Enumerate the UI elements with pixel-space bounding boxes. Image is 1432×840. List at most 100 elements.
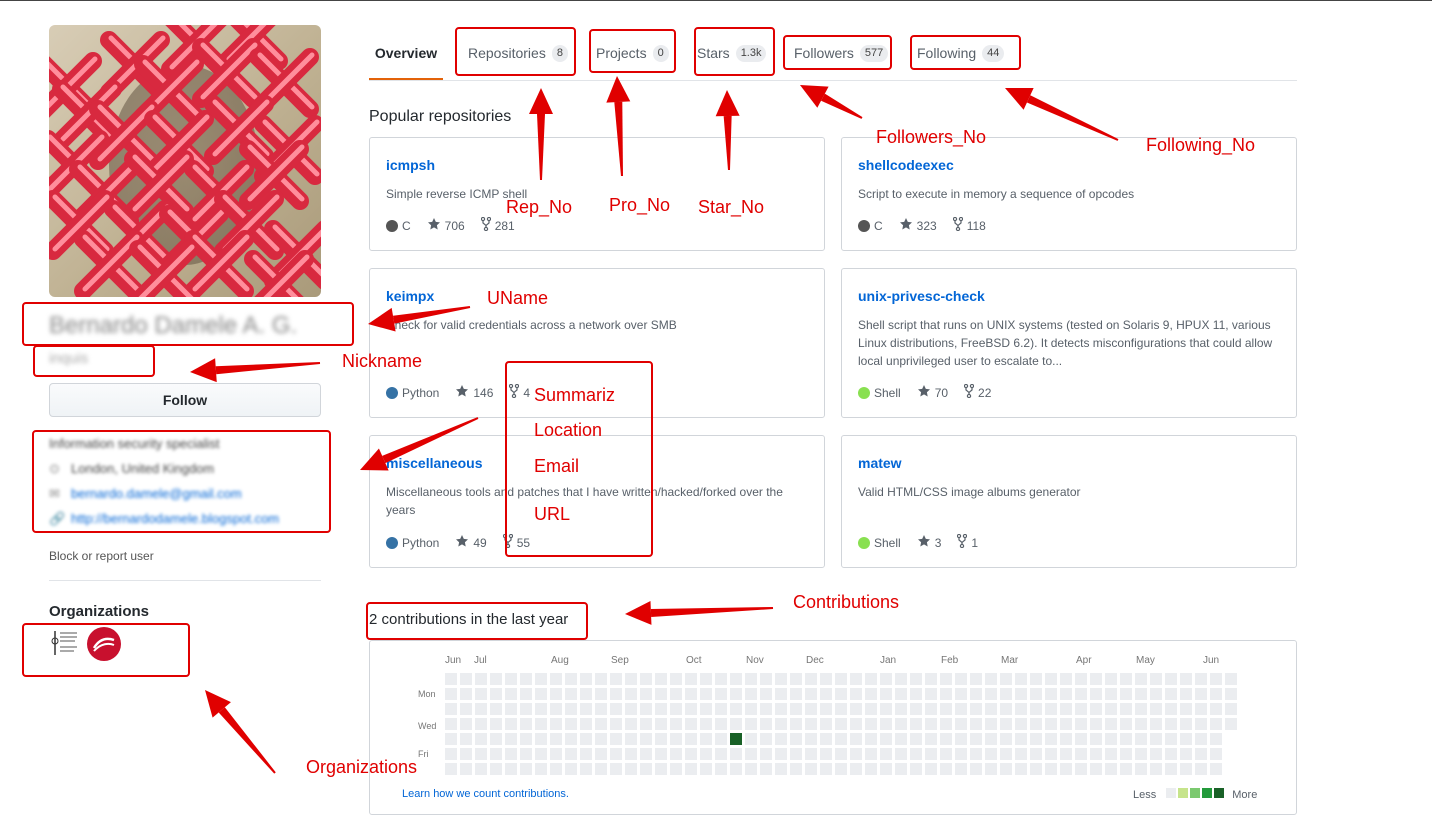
- contribution-day-cell[interactable]: [610, 748, 622, 760]
- contribution-day-cell[interactable]: [970, 688, 982, 700]
- contribution-day-cell[interactable]: [550, 703, 562, 715]
- contribution-day-cell[interactable]: [745, 688, 757, 700]
- contribution-day-cell[interactable]: [760, 763, 772, 775]
- contribution-day-cell[interactable]: [535, 718, 547, 730]
- block-report-link[interactable]: Block or report user: [49, 549, 154, 563]
- contribution-day-cell[interactable]: [925, 688, 937, 700]
- contribution-day-cell[interactable]: [1030, 763, 1042, 775]
- contribution-day-cell[interactable]: [490, 703, 502, 715]
- contribution-day-cell[interactable]: [1225, 703, 1237, 715]
- contribution-day-cell[interactable]: [445, 748, 457, 760]
- contribution-day-cell[interactable]: [1165, 703, 1177, 715]
- contribution-day-cell[interactable]: [835, 748, 847, 760]
- contribution-day-cell[interactable]: [550, 688, 562, 700]
- contribution-day-cell[interactable]: [565, 718, 577, 730]
- repo-stars[interactable]: 706: [427, 217, 465, 234]
- contribution-day-cell[interactable]: [865, 673, 877, 685]
- contribution-day-cell[interactable]: [1045, 763, 1057, 775]
- contribution-day-cell[interactable]: [655, 688, 667, 700]
- contribution-day-cell[interactable]: [820, 718, 832, 730]
- contribution-day-cell[interactable]: [700, 703, 712, 715]
- contribution-day-cell[interactable]: [985, 688, 997, 700]
- contribution-day-cell[interactable]: [775, 718, 787, 730]
- contribution-day-cell[interactable]: [475, 703, 487, 715]
- contribution-day-cell[interactable]: [1075, 703, 1087, 715]
- contribution-day-cell[interactable]: [1225, 673, 1237, 685]
- contribution-day-cell[interactable]: [1075, 718, 1087, 730]
- contribution-day-cell[interactable]: [970, 763, 982, 775]
- contribution-day-cell[interactable]: [760, 748, 772, 760]
- contribution-day-cell[interactable]: [1210, 673, 1222, 685]
- contribution-day-cell[interactable]: [625, 733, 637, 745]
- contribution-day-cell[interactable]: [670, 673, 682, 685]
- contribution-day-cell[interactable]: [640, 718, 652, 730]
- contribution-day-cell[interactable]: [715, 763, 727, 775]
- contribution-day-cell[interactable]: [730, 763, 742, 775]
- contribution-day-cell[interactable]: [940, 673, 952, 685]
- contribution-day-cell[interactable]: [595, 733, 607, 745]
- contribution-day-cell[interactable]: [1090, 703, 1102, 715]
- contribution-day-cell[interactable]: [835, 703, 847, 715]
- contribution-day-cell[interactable]: [535, 733, 547, 745]
- contribution-day-cell[interactable]: [445, 733, 457, 745]
- contribution-day-cell[interactable]: [850, 733, 862, 745]
- contribution-day-cell[interactable]: [715, 688, 727, 700]
- contribution-day-cell[interactable]: [805, 748, 817, 760]
- contribution-day-cell[interactable]: [955, 763, 967, 775]
- contribution-day-cell[interactable]: [520, 748, 532, 760]
- contribution-day-cell[interactable]: [1210, 763, 1222, 775]
- contribution-day-cell[interactable]: [490, 748, 502, 760]
- contribution-day-cell[interactable]: [595, 763, 607, 775]
- contribution-day-cell[interactable]: [805, 673, 817, 685]
- contribution-day-cell[interactable]: [1225, 718, 1237, 730]
- contribution-day-cell[interactable]: [475, 718, 487, 730]
- contribution-day-cell[interactable]: [610, 688, 622, 700]
- contribution-day-cell[interactable]: [565, 688, 577, 700]
- contribution-day-cell[interactable]: [985, 718, 997, 730]
- contribution-day-cell[interactable]: [865, 703, 877, 715]
- contribution-day-cell[interactable]: [475, 673, 487, 685]
- contribution-day-cell[interactable]: [745, 718, 757, 730]
- contribution-day-cell[interactable]: [805, 733, 817, 745]
- contribution-day-cell[interactable]: [715, 703, 727, 715]
- contribution-day-cell[interactable]: [805, 703, 817, 715]
- contribution-day-cell[interactable]: [625, 703, 637, 715]
- contribution-day-cell[interactable]: [955, 703, 967, 715]
- contribution-day-cell[interactable]: [880, 688, 892, 700]
- contribution-day-cell[interactable]: [580, 703, 592, 715]
- contribution-day-cell[interactable]: [475, 733, 487, 745]
- contribution-day-cell[interactable]: [985, 748, 997, 760]
- contribution-day-cell[interactable]: [460, 688, 472, 700]
- contribution-day-cell[interactable]: [640, 703, 652, 715]
- contribution-day-cell[interactable]: [730, 748, 742, 760]
- contribution-day-cell[interactable]: [1165, 718, 1177, 730]
- contribution-day-cell[interactable]: [1210, 718, 1222, 730]
- contribution-day-cell[interactable]: [1000, 748, 1012, 760]
- contribution-day-cell[interactable]: [445, 763, 457, 775]
- contribution-day-cell[interactable]: [850, 763, 862, 775]
- contribution-day-cell[interactable]: [1060, 673, 1072, 685]
- contribution-day-cell[interactable]: [565, 673, 577, 685]
- contribution-day-cell[interactable]: [910, 688, 922, 700]
- contribution-day-cell[interactable]: [880, 733, 892, 745]
- contribution-day-cell[interactable]: [700, 733, 712, 745]
- contribution-day-cell[interactable]: [790, 733, 802, 745]
- contribution-day-cell[interactable]: [1225, 688, 1237, 700]
- contribution-day-cell[interactable]: [850, 673, 862, 685]
- contribution-day-cell[interactable]: [595, 718, 607, 730]
- contribution-day-cell[interactable]: [655, 748, 667, 760]
- contribution-day-cell[interactable]: [970, 748, 982, 760]
- contribution-day-cell[interactable]: [565, 763, 577, 775]
- repo-forks[interactable]: 1: [957, 533, 978, 551]
- contribution-day-cell[interactable]: [670, 688, 682, 700]
- contribution-day-cell[interactable]: [745, 703, 757, 715]
- contribution-day-cell[interactable]: [865, 733, 877, 745]
- contribution-day-cell[interactable]: [565, 748, 577, 760]
- contribution-day-cell[interactable]: [745, 763, 757, 775]
- contribution-day-cell[interactable]: [895, 718, 907, 730]
- contribution-day-cell[interactable]: [670, 763, 682, 775]
- contribution-day-cell[interactable]: [625, 748, 637, 760]
- contribution-day-cell[interactable]: [1090, 748, 1102, 760]
- contribution-day-cell[interactable]: [940, 733, 952, 745]
- contribution-day-cell[interactable]: [475, 763, 487, 775]
